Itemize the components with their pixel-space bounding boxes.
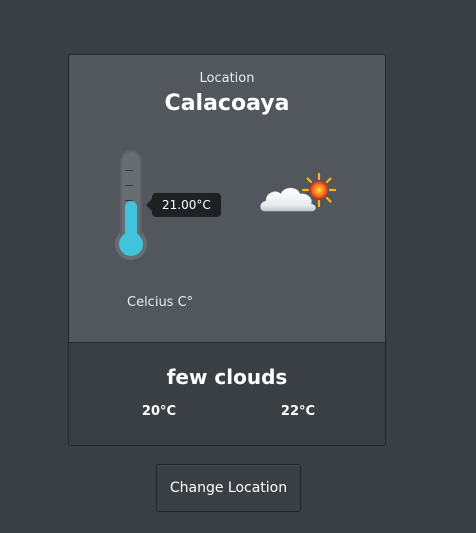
temperature-tooltip: 21.00°C <box>146 193 221 217</box>
location-name: Calacoaya <box>164 91 290 116</box>
unit-label: Celcius C° <box>127 295 194 310</box>
weather-card-header: Location Calacoaya 21.00°C Celcius C° <box>69 55 385 343</box>
temp-max: 22°C <box>280 404 316 419</box>
weather-card-footer: few clouds 20°C 22°C <box>69 343 385 445</box>
location-label: Location <box>199 71 255 86</box>
temp-min: 20°C <box>141 404 177 419</box>
thermometer-bulb <box>119 232 143 256</box>
weather-description: few clouds <box>166 365 288 389</box>
change-location-button[interactable]: Change Location <box>156 464 301 512</box>
thermometer-gauge <box>115 150 147 262</box>
thermometer-tick <box>125 185 133 186</box>
thermometer-tick <box>125 170 133 171</box>
weather-card: Location Calacoaya 21.00°C Celcius C° fe… <box>68 54 386 446</box>
few-clouds-icon <box>257 171 337 219</box>
